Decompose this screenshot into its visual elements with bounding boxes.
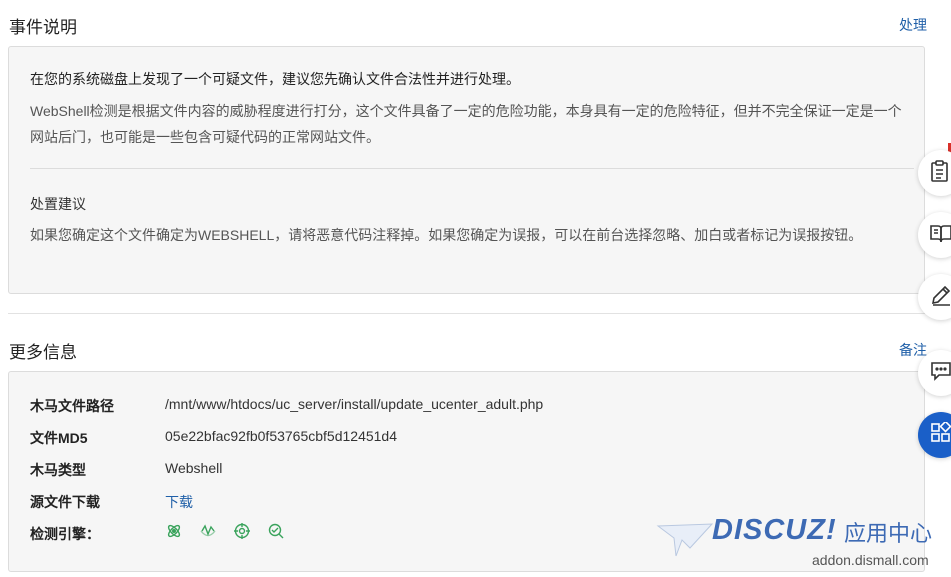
engine-scan-icon[interactable] [267, 522, 285, 540]
download-link[interactable]: 下载 [165, 492, 193, 512]
paper-plane-icon [656, 523, 714, 557]
path-label: 木马文件路径 [30, 398, 114, 414]
grid-icon [930, 419, 951, 449]
engine-wave-icon[interactable] [199, 522, 217, 540]
section-divider [8, 313, 925, 314]
event-detail: WebShell检测是根据文件内容的威胁程度进行打分，这个文件具备了一定的危险功… [30, 103, 902, 145]
chat-icon [930, 361, 951, 386]
event-summary: 在您的系统磁盘上发现了一个可疑文件，建议您先确认文件合法性并进行处理。 [30, 71, 520, 87]
event-section-title: 事件说明 [9, 18, 77, 37]
advice-title: 处置建议 [30, 196, 86, 212]
more-info-title: 更多信息 [9, 343, 77, 362]
discuz-watermark: DISCUZ! 应用中心 addon.dismall.com [656, 514, 946, 574]
type-value: Webshell [165, 460, 223, 476]
divider [30, 168, 914, 169]
path-value: /mnt/www/htdocs/uc_server/install/update… [165, 396, 544, 412]
handle-link[interactable]: 处理 [899, 15, 927, 35]
type-label: 木马类型 [30, 462, 86, 478]
watermark-url: addon.dismall.com [812, 552, 929, 568]
engine-icons [165, 522, 285, 540]
engine-atom-icon[interactable] [165, 522, 183, 540]
engine-crosshair-icon[interactable] [233, 522, 251, 540]
md5-label: 文件MD5 [30, 430, 88, 446]
watermark-cn: 应用中心 [844, 521, 933, 546]
md5-value: 05e22bfac92fb0f53765cbf5d12451d4 [165, 428, 397, 444]
pencil-icon [930, 284, 951, 311]
clipboard-icon [930, 159, 950, 187]
advice-text: 如果您确定这个文件确定为WEBSHELL，请将恶意代码注释掉。如果您确定为误报，… [30, 227, 863, 243]
download-label: 源文件下载 [30, 494, 100, 510]
watermark-logo: DISCUZ! [712, 514, 837, 546]
engine-label: 检测引擎： [30, 526, 100, 542]
event-card: 在您的系统磁盘上发现了一个可疑文件，建议您先确认文件合法性并进行处理。 WebS… [8, 46, 925, 294]
book-icon [930, 223, 951, 248]
